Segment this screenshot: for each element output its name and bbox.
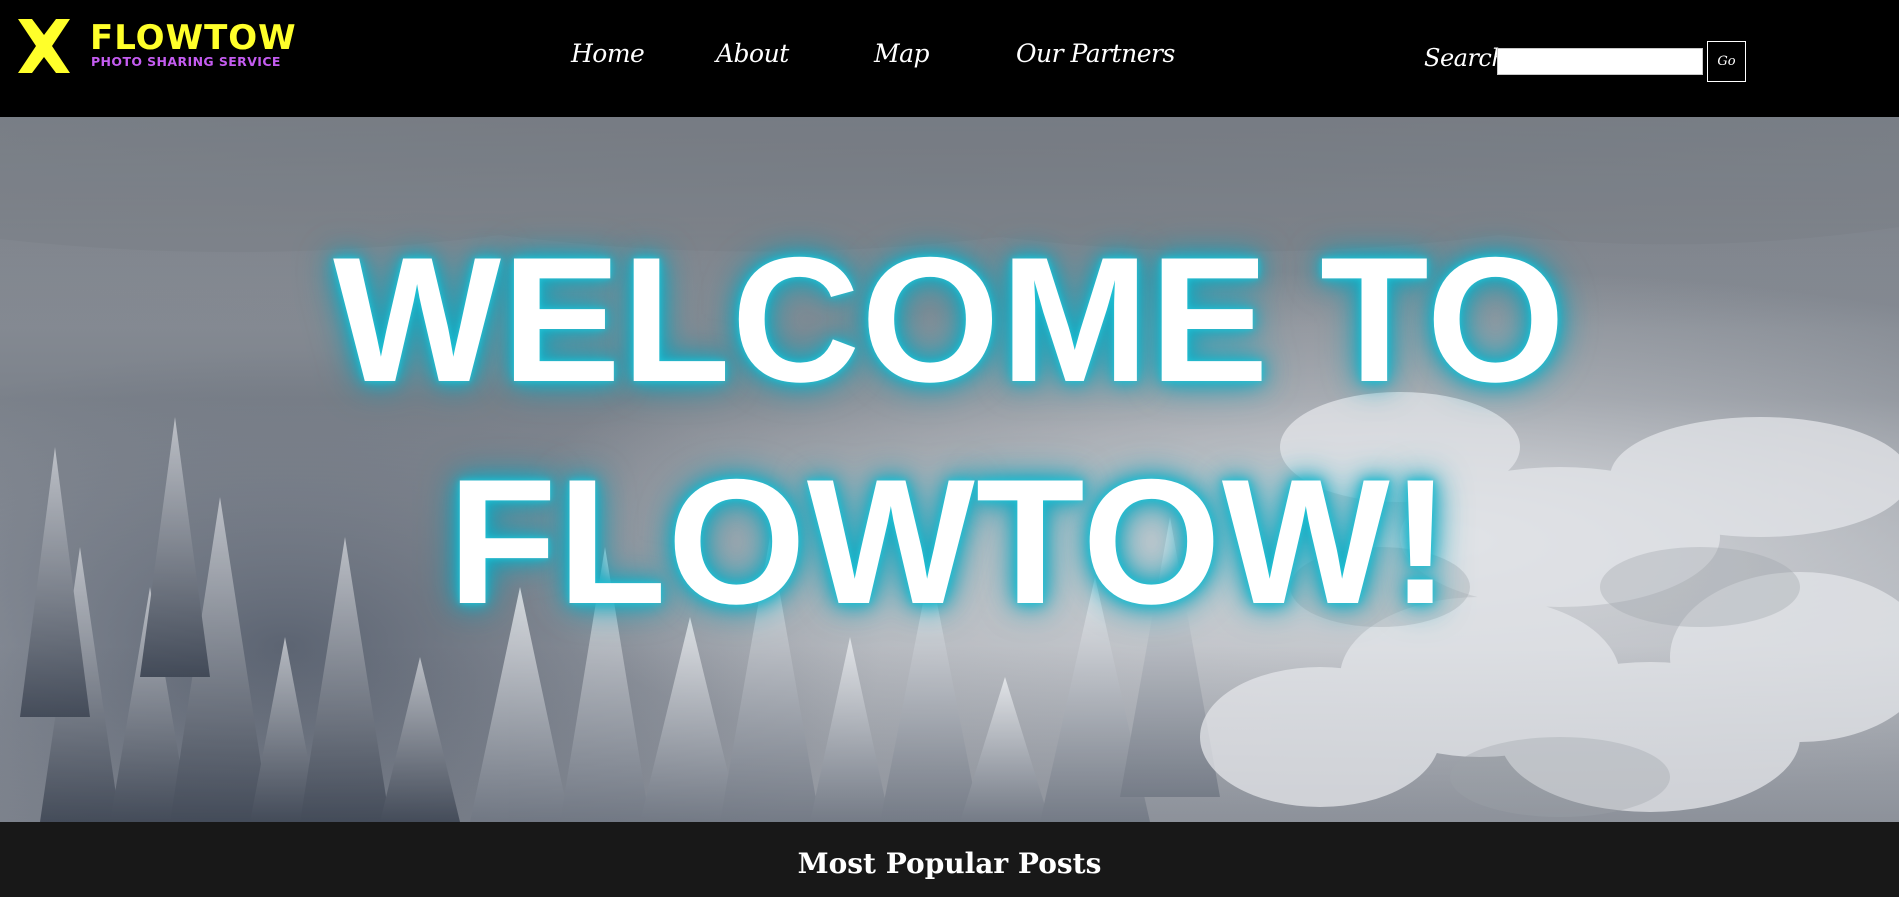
logo-tagline: PHOTO SHARING SERVICE <box>91 54 281 69</box>
hero-heading-line2: FLOWTOW! <box>447 442 1452 641</box>
popular-posts-section: Most Popular Posts <box>0 822 1899 897</box>
nav-link-our-partners[interactable]: Our Partners <box>1016 32 1175 76</box>
hero-banner: WELCOME TO FLOWTOW! <box>0 117 1899 822</box>
x-mark-icon <box>18 19 70 73</box>
site-header: FLOWTOW PHOTO SHARING SERVICE Home About… <box>0 0 1899 117</box>
search-input[interactable] <box>1497 48 1703 75</box>
logo[interactable]: FLOWTOW PHOTO SHARING SERVICE <box>14 17 334 75</box>
nav-link-about[interactable]: About <box>716 32 789 76</box>
popular-posts-title: Most Popular Posts <box>797 847 1102 880</box>
nav-link-home[interactable]: Home <box>571 32 645 76</box>
search-go-button[interactable]: Go <box>1707 41 1746 82</box>
hero-heading-line1: WELCOME TO <box>333 220 1566 419</box>
logo-name: FLOWTOW <box>90 18 297 58</box>
nav-link-map[interactable]: Map <box>874 32 930 76</box>
hero-heading: WELCOME TO FLOWTOW! <box>0 209 1899 653</box>
